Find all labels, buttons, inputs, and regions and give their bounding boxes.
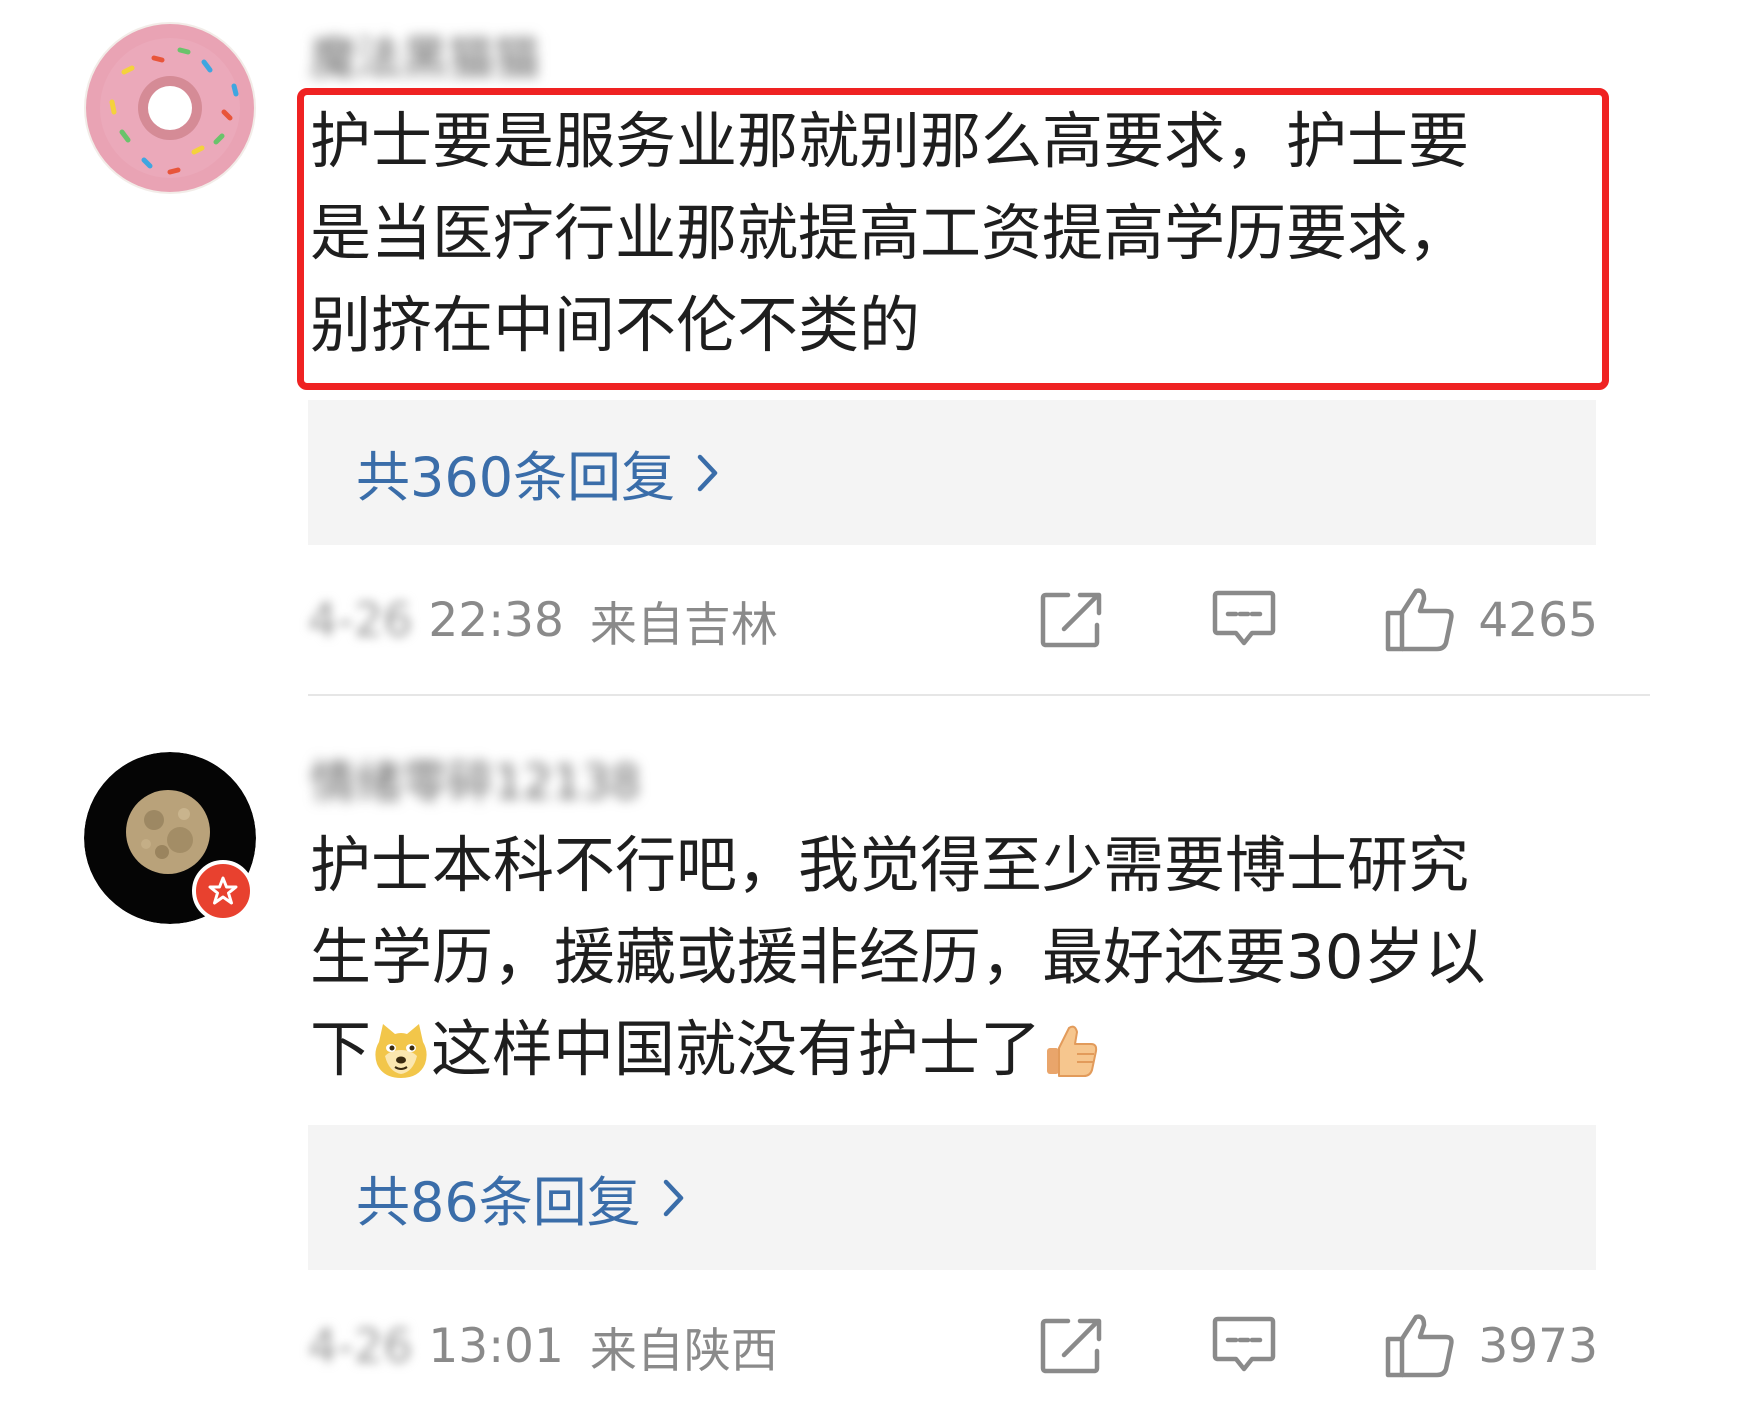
replies-count-label: 共360条回复 xyxy=(356,446,676,509)
comment-location: 来自吉林 xyxy=(589,597,778,653)
comment-text-line: 是当医疗行业那就提高工资提高学历要求， xyxy=(310,198,1470,269)
comment-text-segment: 下 xyxy=(310,1014,372,1085)
comment-text-segment: 这样中国就没有护士了 xyxy=(431,1014,1042,1085)
divider xyxy=(308,694,1650,696)
comment-text-line: 下 这样中国就没有护士了 xyxy=(310,1004,1630,1106)
comment-text: 护士要是服务业那就别那么高要求，护士要 是当医疗行业那就提高工资提高学历要求， … xyxy=(310,96,1610,372)
comment-time: 13:01 xyxy=(428,1318,564,1374)
comment-meta: 4-26 13:01 来自陕西 3973 xyxy=(308,1306,1598,1386)
like-icon[interactable] xyxy=(1384,1313,1456,1379)
avatar-donut[interactable] xyxy=(84,22,256,194)
replies-count-label: 共86条回复 xyxy=(356,1171,641,1234)
share-icon[interactable] xyxy=(1040,591,1104,649)
comment-date: 4-26 xyxy=(308,1319,413,1373)
replies-button[interactable]: 共360条回复 xyxy=(308,400,1596,545)
comment-text-line: 护士本科不行吧，我觉得至少需要博士研究 xyxy=(310,830,1470,901)
like-count: 4265 xyxy=(1478,592,1598,648)
chevron-right-icon xyxy=(663,1179,685,1217)
share-icon[interactable] xyxy=(1040,1317,1104,1375)
verified-badge-icon xyxy=(192,860,254,922)
comment-text: 护士本科不行吧，我觉得至少需要博士研究 生学历，援藏或援非经历，最好还要30岁以… xyxy=(310,820,1630,1106)
like-count: 3973 xyxy=(1478,1318,1598,1374)
replies-button[interactable]: 共86条回复 xyxy=(308,1125,1596,1270)
comment-time: 22:38 xyxy=(428,592,564,648)
comment-text-line: 护士要是服务业那就别那么高要求，护士要 xyxy=(310,106,1470,177)
chevron-right-icon xyxy=(697,454,719,492)
thumbs-up-emoji-icon xyxy=(1041,1014,1101,1106)
comment-meta: 4-26 22:38 来自吉林 4265 xyxy=(308,580,1598,660)
comment-icon[interactable] xyxy=(1212,1316,1276,1376)
comment-username[interactable]: 魔法黑猫猫 xyxy=(310,22,540,88)
comment-location: 来自陕西 xyxy=(589,1323,778,1379)
comment-icon[interactable] xyxy=(1212,590,1276,650)
doge-emoji-icon xyxy=(371,1014,431,1106)
like-icon[interactable] xyxy=(1384,587,1456,653)
comment-date: 4-26 xyxy=(308,593,413,647)
comment-text-line: 别挤在中间不伦不类的 xyxy=(310,290,921,361)
comment-username[interactable]: 情绪零碎12138 xyxy=(310,746,640,812)
comment-text-line: 生学历，援藏或援非经历，最好还要30岁以 xyxy=(310,922,1486,993)
